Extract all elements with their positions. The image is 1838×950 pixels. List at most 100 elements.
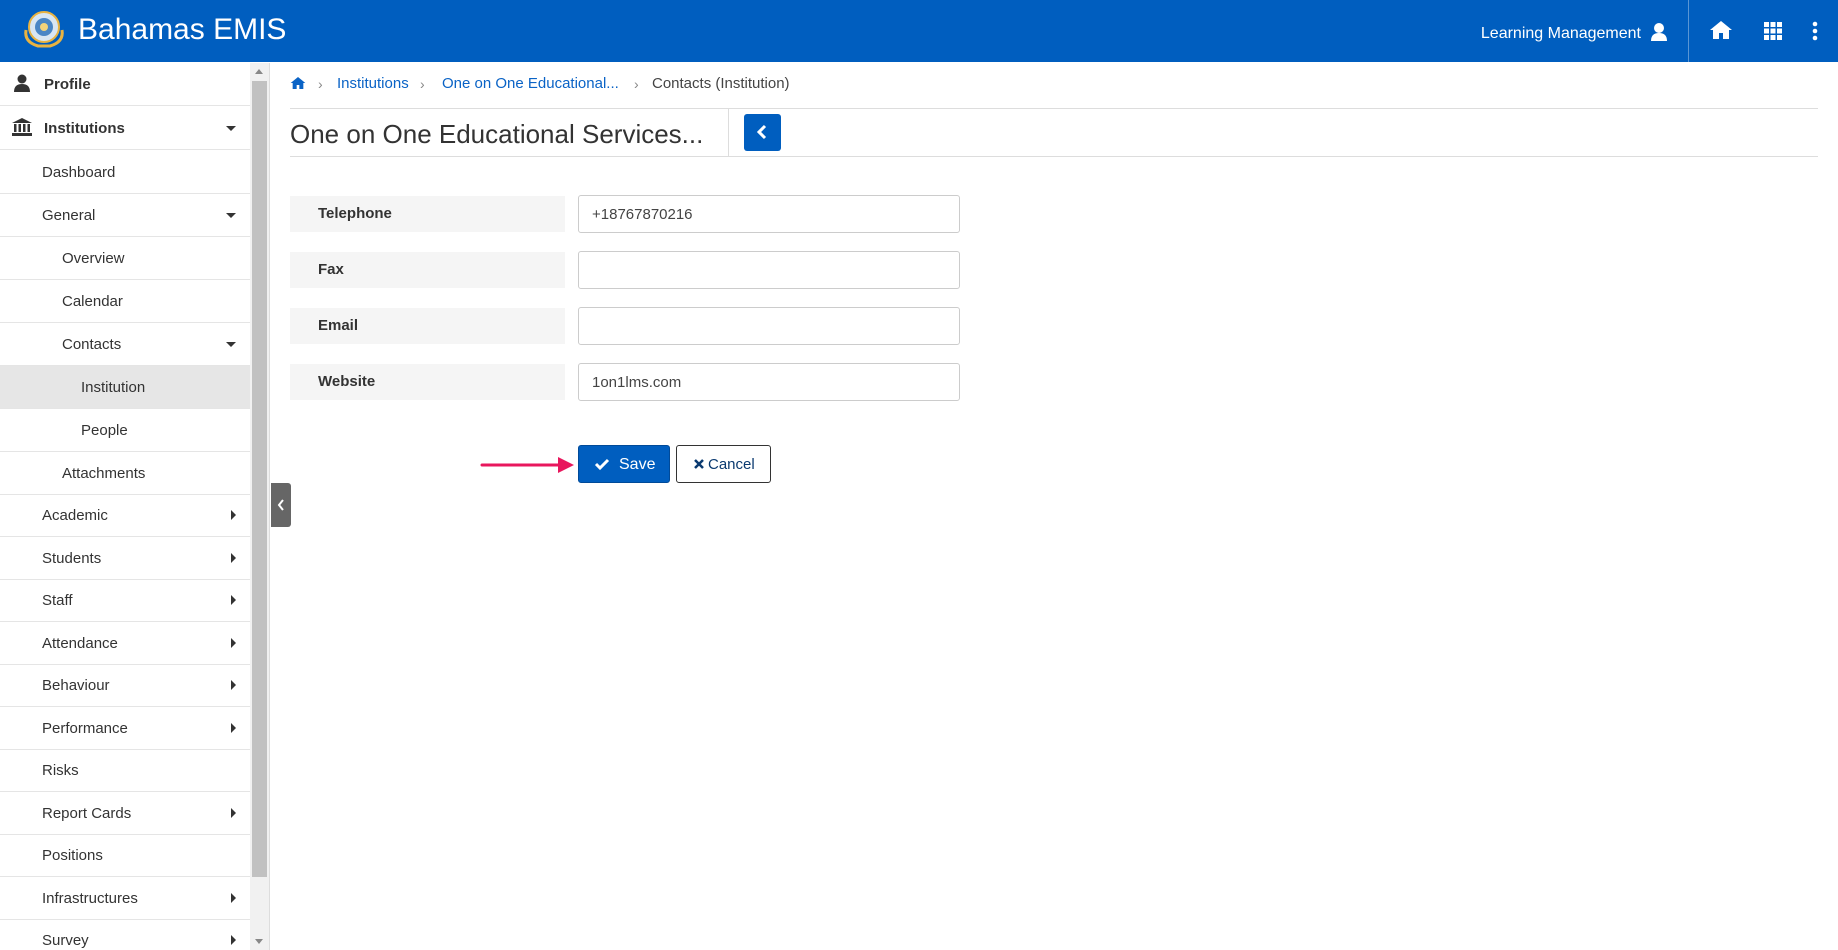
sidebar-item-infrastructures[interactable]: Infrastructures bbox=[0, 877, 250, 920]
email-field[interactable] bbox=[578, 307, 960, 345]
sidebar-item-people[interactable]: People bbox=[0, 409, 250, 452]
sidebar-item-attendance[interactable]: Attendance bbox=[0, 622, 250, 665]
sidebar-item-students[interactable]: Students bbox=[0, 537, 250, 580]
sidebar-item-label: Students bbox=[42, 550, 102, 567]
sidebar-scrollbar[interactable] bbox=[250, 63, 269, 950]
caret-right-icon bbox=[231, 893, 236, 903]
chevron-right-icon: › bbox=[634, 76, 639, 92]
top-navbar: Bahamas EMIS Learning Management bbox=[0, 0, 1838, 62]
save-button-label: Save bbox=[619, 456, 656, 473]
sidebar-item-positions[interactable]: Positions bbox=[0, 834, 250, 877]
sidebar-item-label: General bbox=[42, 207, 96, 224]
sidebar-item-label: People bbox=[81, 422, 128, 439]
user-icon[interactable] bbox=[1650, 22, 1668, 42]
apps-grid-icon[interactable] bbox=[1764, 22, 1782, 40]
sidebar-item-label: Institution bbox=[81, 379, 146, 396]
check-icon bbox=[594, 458, 610, 471]
sidebar-item-contacts[interactable]: Contacts bbox=[0, 323, 250, 366]
page-header: One on One Educational Services... bbox=[290, 108, 1818, 157]
sidebar-item-label: Attachments bbox=[62, 465, 146, 482]
sidebar-item-label: Academic bbox=[42, 507, 108, 524]
sidebar-item-risks[interactable]: Risks bbox=[0, 749, 250, 792]
caret-right-icon bbox=[231, 553, 236, 563]
cancel-button[interactable]: Cancel bbox=[676, 445, 771, 483]
sidebar-item-behaviour[interactable]: Behaviour bbox=[0, 664, 250, 707]
collapse-sidebar-button[interactable] bbox=[271, 483, 291, 527]
scrollbar-thumb[interactable] bbox=[252, 81, 267, 877]
caret-down-icon bbox=[226, 213, 236, 218]
sidebar-item-label: Attendance bbox=[42, 635, 118, 652]
sidebar-item-label: Positions bbox=[42, 847, 103, 864]
telephone-field[interactable] bbox=[578, 195, 960, 233]
sidebar-item-label: Institutions bbox=[44, 120, 125, 137]
chevron-left-icon bbox=[756, 124, 767, 140]
sidebar-item-report-cards[interactable]: Report Cards bbox=[0, 792, 250, 835]
sidebar-item-performance[interactable]: Performance bbox=[0, 707, 250, 750]
title-divider bbox=[728, 109, 729, 156]
sidebar-item-staff[interactable]: Staff bbox=[0, 579, 250, 622]
sidebar-item-label: Staff bbox=[42, 592, 73, 609]
sidebar-item-general[interactable]: General bbox=[0, 194, 250, 237]
chevron-right-icon: › bbox=[318, 76, 323, 92]
app-title[interactable]: Bahamas EMIS bbox=[78, 13, 286, 47]
back-button[interactable] bbox=[744, 114, 781, 151]
sidebar-item-label: Behaviour bbox=[42, 677, 110, 694]
sidebar-item-label: Overview bbox=[62, 250, 125, 267]
close-icon bbox=[694, 459, 704, 469]
sidebar-divider bbox=[269, 63, 270, 950]
sidebar-item-overview[interactable]: Overview bbox=[0, 237, 250, 280]
email-row: Email bbox=[290, 307, 960, 346]
scroll-down-icon[interactable] bbox=[255, 939, 263, 944]
topbar-separator bbox=[1688, 0, 1689, 62]
caret-right-icon bbox=[231, 510, 236, 520]
more-options-icon[interactable] bbox=[1812, 21, 1818, 41]
sidebar-item-calendar[interactable]: Calendar bbox=[0, 280, 250, 323]
fax-row: Fax bbox=[290, 251, 960, 290]
sidebar-item-label: Profile bbox=[44, 76, 91, 93]
sidebar-item-institution[interactable]: Institution bbox=[0, 366, 250, 409]
sidebar-item-label: Risks bbox=[42, 762, 79, 779]
home-icon[interactable] bbox=[1709, 20, 1733, 40]
sidebar-item-dashboard[interactable]: Dashboard bbox=[0, 151, 250, 194]
sidebar-item-academic[interactable]: Academic bbox=[0, 494, 250, 537]
fax-field[interactable] bbox=[578, 251, 960, 289]
caret-right-icon bbox=[231, 935, 236, 945]
fax-label: Fax bbox=[290, 252, 565, 288]
home-icon[interactable] bbox=[290, 76, 306, 90]
email-label: Email bbox=[290, 308, 565, 344]
telephone-row: Telephone bbox=[290, 195, 960, 234]
caret-right-icon bbox=[231, 595, 236, 605]
caret-right-icon bbox=[231, 808, 236, 818]
sidebar-item-profile[interactable]: Profile bbox=[0, 63, 250, 106]
breadcrumb-institutions[interactable]: Institutions bbox=[337, 75, 409, 92]
caret-right-icon bbox=[231, 680, 236, 690]
breadcrumb-institution-name[interactable]: One on One Educational... bbox=[442, 75, 619, 92]
save-button[interactable]: Save bbox=[578, 445, 670, 483]
sidebar-item-label: Contacts bbox=[62, 336, 122, 353]
bank-icon bbox=[12, 118, 32, 136]
chevron-left-icon bbox=[277, 499, 284, 511]
sidebar-item-institutions[interactable]: Institutions bbox=[0, 107, 250, 150]
scroll-up-icon[interactable] bbox=[255, 69, 263, 74]
caret-down-icon bbox=[226, 126, 236, 131]
sidebar-item-label: Survey bbox=[42, 932, 89, 949]
telephone-label: Telephone bbox=[290, 196, 565, 232]
annotation-arrow-icon bbox=[480, 457, 574, 473]
sidebar-item-label: Dashboard bbox=[42, 164, 116, 181]
website-field[interactable] bbox=[578, 363, 960, 401]
sidebar-nav: Profile Institutions Dashboard General O… bbox=[0, 63, 250, 950]
website-row: Website bbox=[290, 363, 960, 402]
user-icon bbox=[14, 74, 30, 92]
caret-down-icon bbox=[226, 342, 236, 347]
cancel-button-label: Cancel bbox=[708, 456, 755, 473]
chevron-right-icon: › bbox=[420, 76, 425, 92]
sidebar-item-survey[interactable]: Survey bbox=[0, 919, 250, 950]
caret-right-icon bbox=[231, 723, 236, 733]
caret-right-icon bbox=[231, 638, 236, 648]
sidebar-item-attachments[interactable]: Attachments bbox=[0, 452, 250, 495]
breadcrumb-current: Contacts (Institution) bbox=[652, 75, 790, 92]
page-title: One on One Educational Services... bbox=[290, 119, 704, 149]
sidebar-item-label: Infrastructures bbox=[42, 890, 138, 907]
user-name-label[interactable]: Learning Management bbox=[1481, 25, 1641, 43]
emis-logo-icon bbox=[24, 11, 64, 48]
